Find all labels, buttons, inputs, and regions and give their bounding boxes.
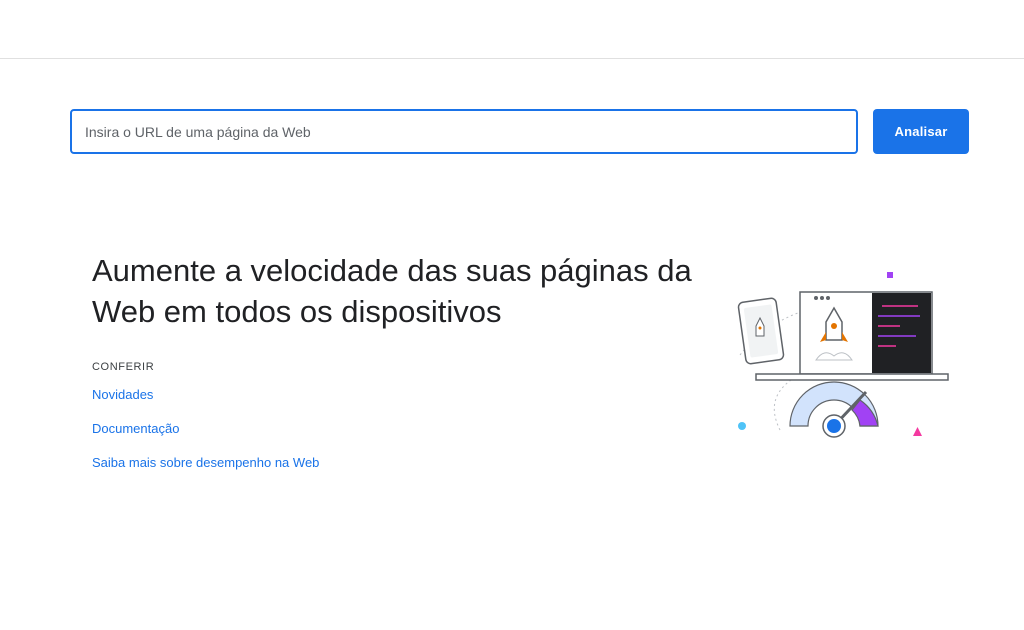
url-input[interactable] <box>70 109 858 154</box>
section-label-conferir: CONFERIR <box>92 361 155 373</box>
link-saiba-mais[interactable]: Saiba mais sobre desempenho na Web <box>92 455 319 470</box>
speed-gauge-icon <box>789 381 879 438</box>
dot-decoration-icon <box>738 422 746 430</box>
analyze-button[interactable]: Analisar <box>873 109 969 154</box>
triangle-decoration-icon <box>913 427 922 436</box>
phone-icon <box>737 297 785 365</box>
square-decoration-icon <box>887 272 893 278</box>
link-documentacao[interactable]: Documentação <box>92 421 179 436</box>
link-novidades[interactable]: Novidades <box>92 387 153 402</box>
page-headline: Aumente a velocidade das suas páginas da… <box>92 253 692 329</box>
speed-gauge-devices-illustration <box>737 272 949 438</box>
top-bar <box>0 0 1024 59</box>
laptop-icon <box>755 291 949 381</box>
